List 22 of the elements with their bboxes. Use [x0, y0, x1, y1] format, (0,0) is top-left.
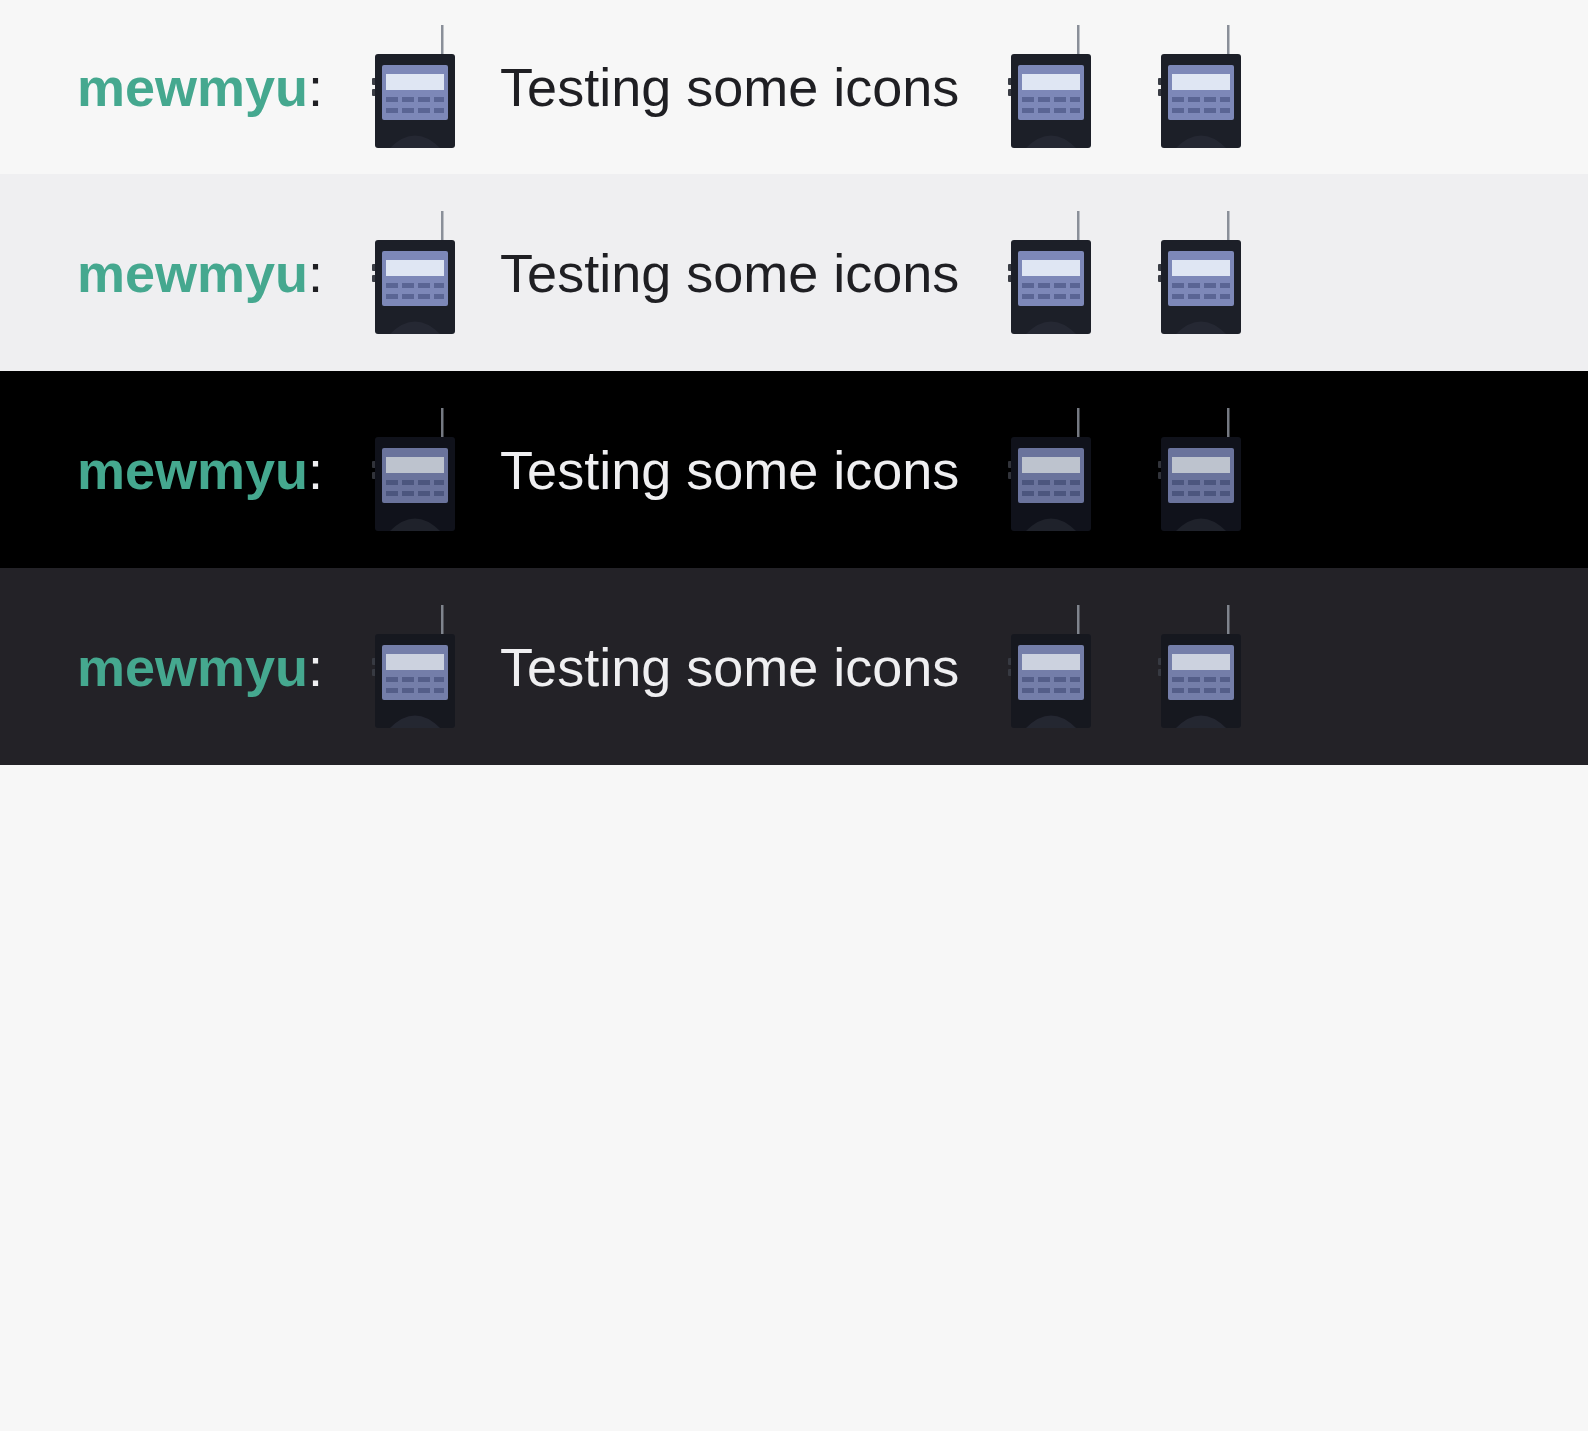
- separator-text: :: [308, 241, 324, 304]
- pager-emote-icon: [1158, 407, 1243, 532]
- pager-emote-icon: [372, 25, 457, 149]
- message-text: Testing some icons: [500, 635, 960, 698]
- pager-emote-icon: [1158, 25, 1243, 149]
- pager-emote-icon: [372, 604, 457, 729]
- username[interactable]: mewmyu: [77, 635, 309, 698]
- pager-emote-icon: [1158, 210, 1243, 335]
- pager-emote-icon: [1008, 407, 1093, 532]
- message-text: Testing some icons: [500, 241, 960, 304]
- pager-emote-icon: [1008, 604, 1093, 729]
- username[interactable]: mewmyu: [77, 438, 309, 501]
- separator-text: :: [308, 438, 324, 501]
- pager-emote-icon: [1158, 604, 1243, 729]
- pager-emote-icon: [1008, 210, 1093, 335]
- separator-text: :: [308, 635, 324, 698]
- separator-text: :: [308, 56, 324, 118]
- pager-emote-icon: [372, 210, 457, 335]
- message-text: Testing some icons: [500, 438, 960, 501]
- message-text: Testing some icons: [500, 56, 960, 118]
- pager-emote-icon: [1008, 25, 1093, 149]
- pager-emote-icon: [372, 407, 457, 532]
